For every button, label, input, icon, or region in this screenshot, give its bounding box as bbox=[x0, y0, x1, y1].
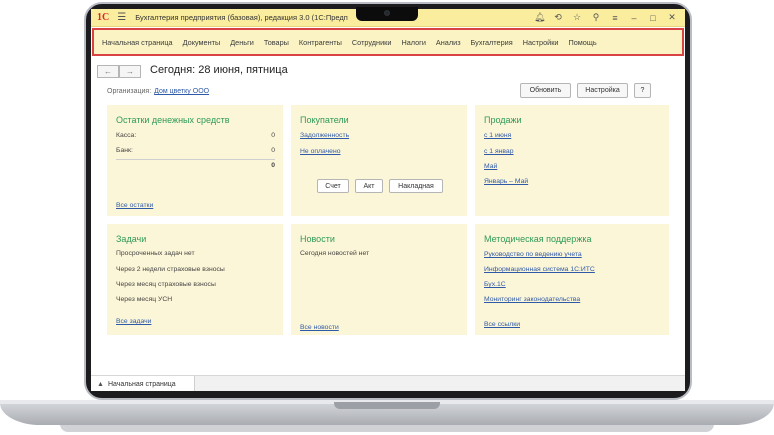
news-panel: Новости Сегодня новостей нет Все новости bbox=[291, 224, 467, 335]
menu-item-accounting[interactable]: Бухгалтерия bbox=[471, 38, 513, 47]
star-icon[interactable]: ☆ bbox=[572, 12, 582, 23]
menu-item-analysis[interactable]: Анализ bbox=[436, 38, 461, 47]
hamburger-menu-icon[interactable]: ☰ bbox=[117, 12, 126, 23]
camera-icon bbox=[384, 10, 390, 16]
app-logo: 1С bbox=[97, 12, 110, 23]
forward-button[interactable]: → bbox=[119, 65, 141, 78]
back-button[interactable]: ← bbox=[97, 65, 119, 78]
cash-total-value: 0 bbox=[271, 162, 275, 169]
cash-balance-panel: Остатки денежных средств Касса: 0 Банк: … bbox=[107, 105, 283, 216]
cash-row-value: 0 bbox=[271, 132, 275, 139]
cash-row-label: Касса: bbox=[116, 132, 137, 139]
tab-home[interactable]: ▲ Начальная страница bbox=[91, 376, 195, 391]
sales-panel-title: Продажи bbox=[484, 115, 522, 125]
all-news-link[interactable]: Все новости bbox=[300, 324, 339, 331]
organization-row: Организация: Дом цветку ООО bbox=[107, 88, 209, 95]
support-link-buh1c[interactable]: Бух.1С bbox=[484, 281, 506, 288]
camera-notch bbox=[356, 7, 418, 21]
bell-icon[interactable]: 🔔︎ bbox=[534, 12, 545, 23]
sales-link-january[interactable]: с 1 январ bbox=[484, 148, 513, 155]
menu-item-documents[interactable]: Документы bbox=[183, 38, 221, 47]
laptop-shadow bbox=[60, 424, 714, 432]
tab-home-label: Начальная страница bbox=[107, 380, 176, 388]
app-window: 1С ☰ Бухгалтерия предприятия (базовая), … bbox=[91, 9, 685, 391]
waybill-button[interactable]: Накладная bbox=[389, 179, 443, 193]
home-icon: ▲ bbox=[97, 380, 104, 388]
buyers-panel: Покупатели Задолженность Не оплачено bbox=[291, 105, 467, 216]
settings-icon[interactable]: ≡ bbox=[610, 13, 620, 23]
news-empty-text: Сегодня новостей нет bbox=[300, 250, 370, 257]
debt-link[interactable]: Задолженность bbox=[300, 132, 349, 139]
settings-button[interactable]: Настройка bbox=[577, 83, 628, 98]
sales-link-june[interactable]: с 1 июня bbox=[484, 132, 511, 139]
title-bar-icons: 🔔︎ ⟲ ☆ ⚲ ≡ – □ ✕ bbox=[534, 12, 677, 23]
main-menu: Начальная страница Документы Деньги Това… bbox=[92, 28, 684, 56]
search-icon[interactable]: ⚲ bbox=[591, 12, 601, 23]
all-balances-link[interactable]: Все остатки bbox=[116, 202, 153, 209]
task-item: Просроченных задач нет bbox=[116, 250, 195, 257]
organization-link[interactable]: Дом цветку ООО bbox=[154, 88, 209, 95]
buyers-panel-title: Покупатели bbox=[300, 115, 349, 125]
news-panel-title: Новости bbox=[300, 234, 335, 244]
minimize-icon[interactable]: – bbox=[629, 13, 639, 23]
refresh-button[interactable]: Обновить bbox=[520, 83, 571, 98]
bank-row-label: Банк: bbox=[116, 147, 133, 154]
invoice-button[interactable]: Счет bbox=[317, 179, 349, 193]
menu-item-help[interactable]: Помощь bbox=[568, 38, 596, 47]
maximize-icon[interactable]: □ bbox=[648, 13, 658, 23]
menu-item-goods[interactable]: Товары bbox=[264, 38, 289, 47]
all-links-link[interactable]: Все ссылки bbox=[484, 321, 520, 328]
laptop-mockup: 1С ☰ Бухгалтерия предприятия (базовая), … bbox=[0, 0, 774, 435]
menu-item-home[interactable]: Начальная страница bbox=[102, 38, 173, 47]
task-item: Через 2 недели страховые взносы bbox=[116, 266, 225, 273]
unpaid-link[interactable]: Не оплачено bbox=[300, 148, 341, 155]
menu-item-employees[interactable]: Сотрудники bbox=[352, 38, 392, 47]
sales-link-jan-may[interactable]: Январь – Май bbox=[484, 178, 528, 185]
tasks-panel-title: Задачи bbox=[116, 234, 147, 244]
tasks-panel: Задачи Просроченных задач нет Через 2 не… bbox=[107, 224, 283, 335]
act-button[interactable]: Акт bbox=[355, 179, 383, 193]
laptop-opening-groove bbox=[334, 402, 440, 409]
open-windows-bar: ▲ Начальная страница bbox=[91, 375, 685, 391]
all-tasks-link[interactable]: Все задачи bbox=[116, 318, 151, 325]
divider bbox=[116, 159, 275, 160]
app-title: Бухгалтерия предприятия (базовая), редак… bbox=[135, 13, 348, 22]
menu-item-settings[interactable]: Настройки bbox=[523, 38, 559, 47]
support-link-monitoring[interactable]: Мониторинг законодательства bbox=[484, 296, 580, 303]
task-item: Через месяц УСН bbox=[116, 296, 173, 303]
support-panel: Методическая поддержка Руководство по ве… bbox=[475, 224, 669, 335]
support-link-guide[interactable]: Руководство по ведению учета bbox=[484, 251, 582, 258]
history-icon[interactable]: ⟲ bbox=[553, 12, 563, 23]
menu-item-taxes[interactable]: Налоги bbox=[401, 38, 425, 47]
close-icon[interactable]: ✕ bbox=[667, 12, 677, 23]
nav-buttons: ← → bbox=[97, 65, 141, 78]
support-panel-title: Методическая поддержка bbox=[484, 234, 592, 244]
sales-link-may[interactable]: Май bbox=[484, 163, 497, 170]
cash-panel-title: Остатки денежных средств bbox=[116, 115, 230, 125]
support-link-its[interactable]: Информационная система 1С:ИТС bbox=[484, 266, 595, 273]
task-item: Через месяц страховые взносы bbox=[116, 281, 216, 288]
sales-panel: Продажи с 1 июня с 1 январ Май Январь – … bbox=[475, 105, 669, 216]
bank-row-value: 0 bbox=[271, 147, 275, 154]
help-button[interactable]: ? bbox=[634, 83, 651, 98]
organization-label: Организация: bbox=[107, 88, 152, 95]
menu-item-money[interactable]: Деньги bbox=[230, 38, 254, 47]
menu-item-counterparties[interactable]: Контрагенты bbox=[299, 38, 342, 47]
page-title: Сегодня: 28 июня, пятница bbox=[150, 64, 288, 76]
